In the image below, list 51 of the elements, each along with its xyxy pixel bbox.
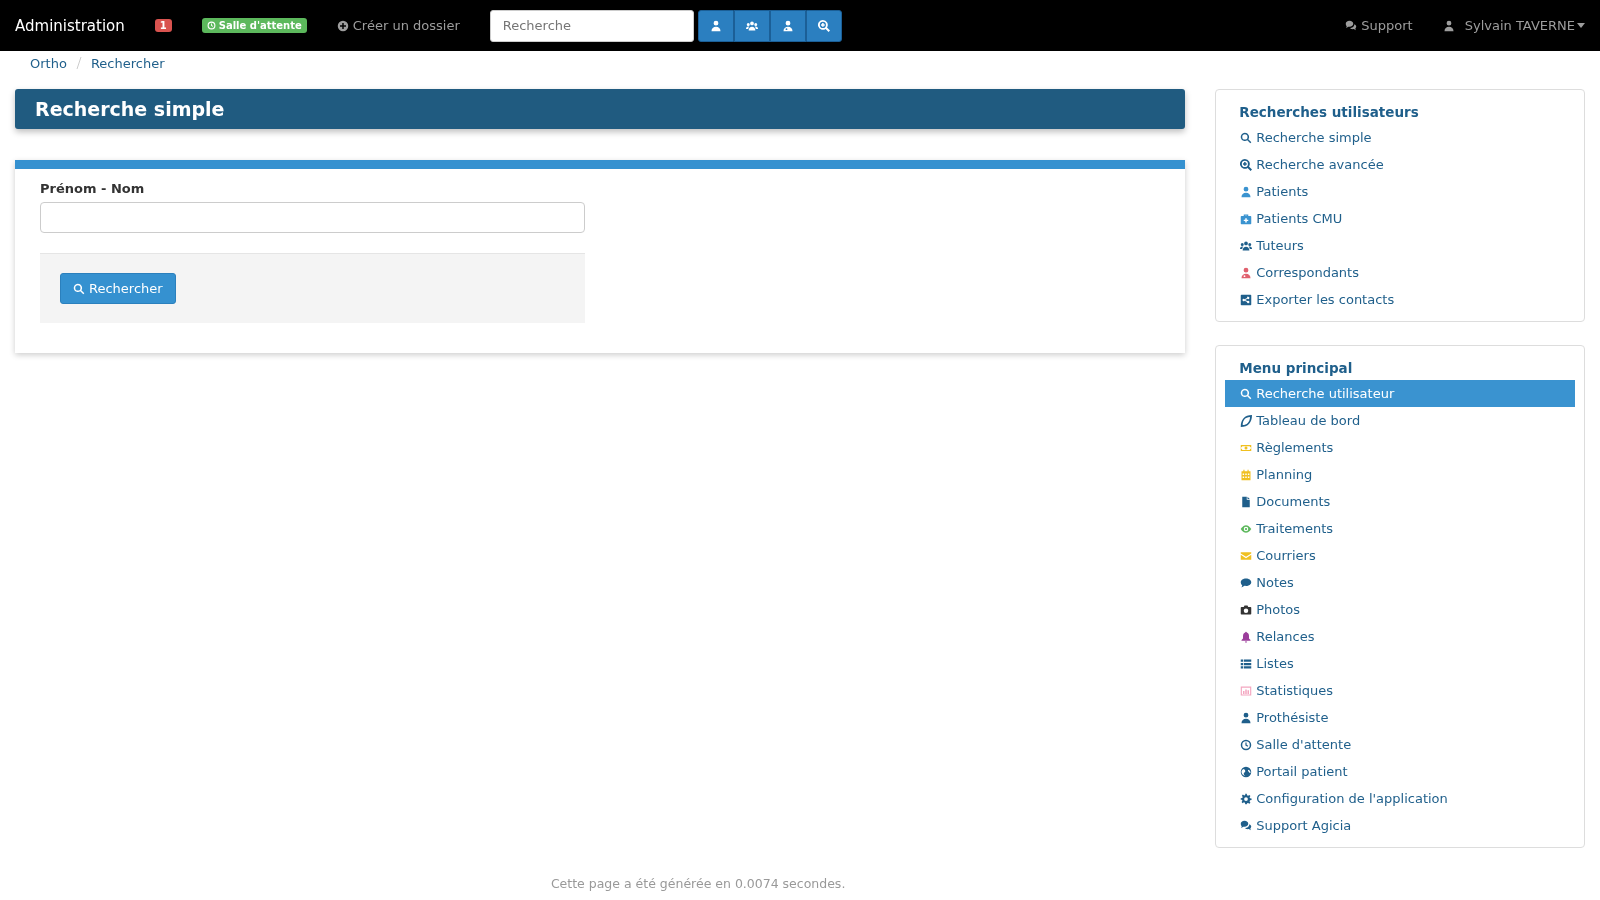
sidebar-menu-item[interactable]: Traitements — [1225, 515, 1575, 542]
sidebar-menu-item[interactable]: Courriers — [1225, 542, 1575, 569]
notification-count[interactable]: 1 — [154, 19, 172, 32]
person-icon — [781, 19, 794, 32]
panel-heading: Recherches utilisateurs — [1239, 104, 1420, 120]
person-icon — [709, 19, 722, 32]
panel-heading: Menu principal — [1239, 360, 1354, 376]
sidebar-menu-item[interactable]: Listes — [1225, 650, 1575, 677]
breadcrumb-link[interactable]: Ortho — [30, 55, 67, 71]
group-icon — [745, 19, 758, 32]
search-group-button[interactable] — [733, 9, 770, 42]
sidebar-menu-item[interactable]: Tableau de bord — [1225, 407, 1575, 434]
sidebar-menu-item[interactable]: Support Agicia — [1225, 812, 1575, 839]
sidebar-menu-item[interactable]: Exporter les contacts — [1225, 286, 1575, 313]
sidebar-menu-item[interactable]: Patients — [1225, 178, 1575, 205]
create-folder-link[interactable]: Créer un dossier — [336, 18, 460, 33]
person-icon — [1442, 19, 1455, 32]
search-icon — [73, 282, 85, 295]
sidebar-menu-item[interactable]: Patients CMU — [1225, 205, 1575, 232]
page-title-bar: Recherche simple — [15, 89, 1186, 129]
search-person-button[interactable] — [769, 9, 806, 42]
footer-text: Cette page a été générée en 0.0074 secondes. — [549, 876, 847, 891]
sidebar-menu-item[interactable]: Planning — [1225, 461, 1575, 488]
search-field[interactable]: Recherche — [489, 9, 694, 42]
sidebar-menu-item[interactable]: Statistiques — [1225, 677, 1575, 704]
caret-icon — [1577, 23, 1585, 28]
sidebar-menu-item[interactable]: Portail patient — [1225, 758, 1575, 785]
sidebar-menu-item[interactable]: Relances — [1225, 623, 1575, 650]
sidebar-menu-item[interactable]: Recherche avancée — [1225, 151, 1575, 178]
field-label: Prénom - Nom — [40, 181, 146, 196]
sidebar-menu-item[interactable]: Configuration de l'application — [1225, 785, 1575, 812]
sidebar-menu-item[interactable]: Prothésiste — [1225, 704, 1575, 731]
sidebar-menu-item[interactable]: Recherche simple — [1225, 124, 1575, 151]
sidebar-menu-item[interactable]: Tuteurs — [1225, 232, 1575, 259]
sidebar-menu-item[interactable]: Documents — [1225, 488, 1575, 515]
brand-title[interactable]: Administration — [15, 16, 125, 35]
search-zoom-in-button[interactable] — [805, 9, 842, 42]
name-input-field[interactable] — [40, 202, 585, 233]
support-link[interactable]: Support — [1345, 18, 1413, 33]
sidebar-menu-item[interactable]: Salle d'attente — [1225, 731, 1575, 758]
zoom-in-icon — [817, 19, 830, 32]
search-person-button[interactable] — [697, 9, 734, 42]
sidebar-menu-item[interactable]: Règlements — [1225, 434, 1575, 461]
chat-bubbles-icon — [1345, 19, 1358, 32]
breadcrumb-separator-icon — [75, 57, 82, 69]
user-menu[interactable]: Sylvain TAVERNE — [1442, 18, 1585, 33]
clock-icon — [206, 21, 216, 30]
breadcrumb-link[interactable]: Rechercher — [90, 55, 165, 71]
sidebar-menu-item[interactable]: Photos — [1225, 596, 1575, 623]
sidebar-menu-item[interactable]: Correspondants — [1225, 259, 1575, 286]
sidebar-menu-item[interactable]: Notes — [1225, 569, 1575, 596]
